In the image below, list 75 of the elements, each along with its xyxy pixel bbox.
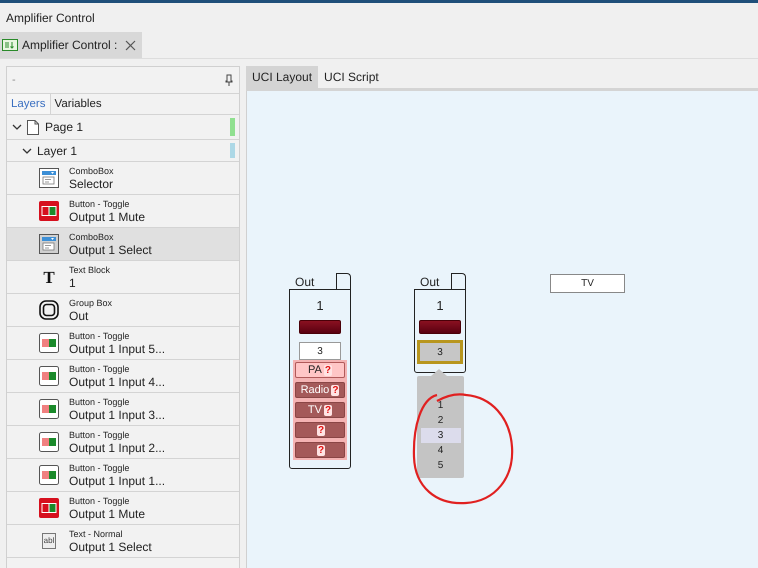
layer-label: Layer 1 (37, 144, 78, 158)
editor-tab[interactable]: UCI Layout (246, 66, 318, 88)
panel-tab[interactable]: Variables (50, 94, 106, 114)
toggle-icon (39, 201, 59, 221)
dropdown-option[interactable]: 2 (420, 413, 460, 428)
toggle-icon (39, 399, 59, 419)
missing-marker: ? (316, 444, 326, 456)
toggle-icon (39, 498, 59, 518)
item-name: Output 1 Input 1... (69, 474, 166, 488)
toggle-icon (39, 432, 59, 452)
group-box-title: Out (294, 275, 316, 289)
group-box-title: Out (419, 275, 440, 289)
item-name: Output 1 Input 3... (69, 408, 166, 422)
item-name: Output 1 Mute (69, 506, 146, 520)
item-type-label: Group Box (69, 298, 112, 308)
page-icon (27, 120, 39, 134)
pin-icon[interactable] (225, 74, 233, 86)
toggle-button[interactable]: PA ? (295, 362, 345, 378)
close-icon[interactable] (125, 40, 136, 50)
combobox-icon (39, 168, 59, 188)
item-name: 1 (69, 276, 77, 290)
toggle-button[interactable]: Radio ? (295, 382, 345, 398)
item-name: Output 1 Input 2... (69, 440, 166, 454)
dropdown-option[interactable]: 5 (420, 458, 460, 473)
item-name: Out (69, 308, 90, 322)
combobox-icon (39, 234, 59, 254)
text-block-icon: T (43, 268, 55, 286)
toggle-button[interactable]: ? (295, 442, 345, 458)
item-type-label: Button - Toggle (69, 496, 130, 506)
group-box-icon (39, 300, 59, 320)
layer-item[interactable]: ComboBox Output 1 Select (7, 228, 239, 261)
missing-marker: ? (331, 384, 340, 396)
item-type-label: Button - Toggle (69, 396, 130, 408)
panel-header-text: - (12, 74, 16, 86)
combo-box[interactable]: 3 (417, 340, 463, 364)
item-name: Selector (69, 176, 114, 190)
toggle-button[interactable]: ? (295, 422, 345, 438)
editor-tab[interactable]: UCI Script (318, 66, 385, 88)
window-title: Amplifier Control (6, 10, 95, 24)
item-name: Output 1 Input 5... (69, 342, 166, 356)
item-type-label: Button - Toggle (69, 364, 130, 374)
item-name: Output 1 Input 4... (69, 374, 166, 388)
chevron-icon[interactable] (12, 122, 22, 132)
item-type-label: Button - Toggle (69, 198, 130, 210)
dropdown-option[interactable]: 3 (420, 428, 460, 443)
item-type-label: ComboBox (69, 232, 115, 242)
text-field[interactable]: TV (550, 274, 625, 293)
text-field-icon: abl (42, 533, 56, 549)
missing-marker: ? (316, 424, 326, 436)
document-tab[interactable]: Amplifier Control : (0, 32, 142, 58)
missing-marker: ? (324, 404, 332, 416)
item-name: Output 1 Mute (69, 210, 146, 224)
layout-icon (2, 39, 18, 51)
toggle-button[interactable]: TV ? (295, 402, 345, 418)
missing-marker: ? (324, 364, 332, 376)
value-label: 1 (436, 298, 444, 314)
page-row[interactable]: Page 1 (7, 115, 239, 140)
item-type-label: Text - Normal (69, 528, 124, 540)
dropdown-option[interactable]: 1 (420, 398, 460, 413)
item-name: Output 1 Select (69, 540, 152, 554)
item-type-label: Button - Toggle (69, 330, 130, 342)
toggle-icon (39, 333, 59, 353)
toggle-icon (39, 465, 59, 485)
item-type-label: Button - Toggle (69, 430, 130, 440)
item-type-label: ComboBox (69, 166, 114, 176)
item-type-label: Text Block (69, 264, 110, 276)
panel-tab[interactable]: Layers (7, 94, 51, 114)
chevron-icon[interactable] (22, 146, 32, 156)
toggle-icon (39, 366, 59, 386)
dropdown-option[interactable]: 4 (420, 443, 460, 458)
combo-box[interactable]: 3 (299, 342, 341, 360)
item-type-label: Button - Toggle (69, 462, 130, 474)
item-name: Output 1 Select (69, 242, 152, 256)
value-label: 1 (316, 298, 324, 314)
page-label: Page 1 (45, 120, 84, 134)
